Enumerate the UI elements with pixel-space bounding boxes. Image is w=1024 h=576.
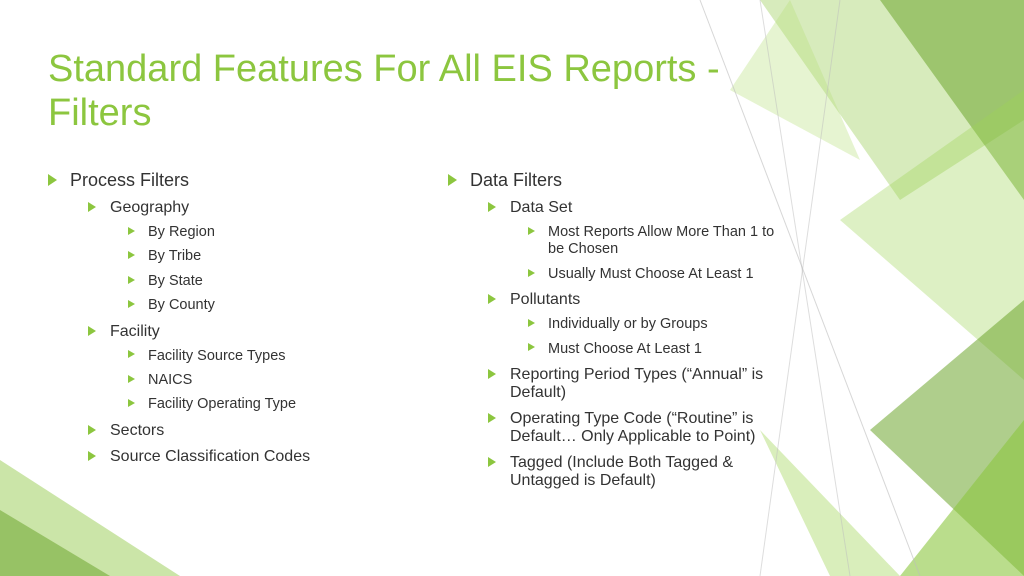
list-label: Geography [110,199,189,216]
list-item: Usually Must Choose At Least 1 [528,266,788,283]
right-column: Data Filters Data Set Most Reports Allow… [448,170,788,500]
triangle-bullet-icon [128,399,135,407]
list-item: Facility Operating Type [128,396,388,413]
list-label: Usually Must Choose At Least 1 [548,266,754,282]
list-item: Source Classification Codes [88,448,388,466]
triangle-bullet-icon [128,227,135,235]
list-item: Must Choose At Least 1 [528,341,788,358]
triangle-bullet-icon [128,276,135,284]
list-item: By Tribe [128,248,388,265]
list-item: Tagged (Include Both Tagged & Untagged i… [488,454,788,490]
list-label: Sectors [110,422,164,439]
triangle-bullet-icon [488,294,496,304]
list-item: Data Set Most Reports Allow More Than 1 … [488,199,788,283]
list-label: Data Set [510,199,572,216]
triangle-bullet-icon [528,269,535,277]
list-item: Individually or by Groups [528,316,788,333]
triangle-bullet-icon [88,425,96,435]
triangle-bullet-icon [488,413,496,423]
list-label: Individually or by Groups [548,316,708,332]
triangle-bullet-icon [88,202,96,212]
triangle-bullet-icon [88,451,96,461]
list-item: Data Filters Data Set Most Reports Allow… [448,170,788,490]
list-label: Reporting Period Types (“Annual” is Defa… [510,366,763,401]
list-label: Facility Source Types [148,348,286,364]
list-label: Most Reports Allow More Than 1 to be Cho… [548,224,774,257]
list-label: Tagged (Include Both Tagged & Untagged i… [510,454,733,489]
triangle-bullet-icon [128,300,135,308]
list-label: NAICS [148,372,192,388]
triangle-bullet-icon [448,174,457,186]
triangle-bullet-icon [128,251,135,259]
triangle-bullet-icon [48,174,57,186]
list-item: Reporting Period Types (“Annual” is Defa… [488,366,788,402]
triangle-bullet-icon [528,227,535,235]
list-label: Process Filters [70,170,189,190]
list-item: By State [128,273,388,290]
list-label: Must Choose At Least 1 [548,341,702,357]
slide-title: Standard Features For All EIS Reports - … [48,48,808,135]
list-item: By County [128,297,388,314]
list-item: Operating Type Code (“Routine” is Defaul… [488,410,788,446]
list-item: Geography By Region By Tribe By State By… [88,199,388,315]
list-item: Pollutants Individually or by Groups Mus… [488,291,788,358]
list-label: By County [148,297,215,313]
triangle-bullet-icon [128,375,135,383]
list-item: Most Reports Allow More Than 1 to be Cho… [528,224,788,259]
list-item: By Region [128,224,388,241]
list-label: Operating Type Code (“Routine” is Defaul… [510,410,755,445]
list-label: Facility [110,323,160,340]
triangle-bullet-icon [528,319,535,327]
list-label: By State [148,273,203,289]
triangle-bullet-icon [528,343,535,351]
list-item: Sectors [88,422,388,440]
triangle-bullet-icon [128,350,135,358]
triangle-bullet-icon [488,457,496,467]
list-item: Facility Facility Source Types NAICS Fac… [88,323,388,414]
list-label: By Region [148,224,215,240]
list-label: Facility Operating Type [148,396,296,412]
content-area: Process Filters Geography By Region By T… [48,170,788,500]
triangle-bullet-icon [88,326,96,336]
list-item: NAICS [128,372,388,389]
list-label: By Tribe [148,248,201,264]
triangle-bullet-icon [488,369,496,379]
triangle-bullet-icon [488,202,496,212]
list-label: Data Filters [470,170,562,190]
list-item: Facility Source Types [128,348,388,365]
left-column: Process Filters Geography By Region By T… [48,170,388,500]
list-item: Process Filters Geography By Region By T… [48,170,388,466]
list-label: Source Classification Codes [110,448,310,465]
slide: Standard Features For All EIS Reports - … [0,0,1024,576]
list-label: Pollutants [510,291,580,308]
